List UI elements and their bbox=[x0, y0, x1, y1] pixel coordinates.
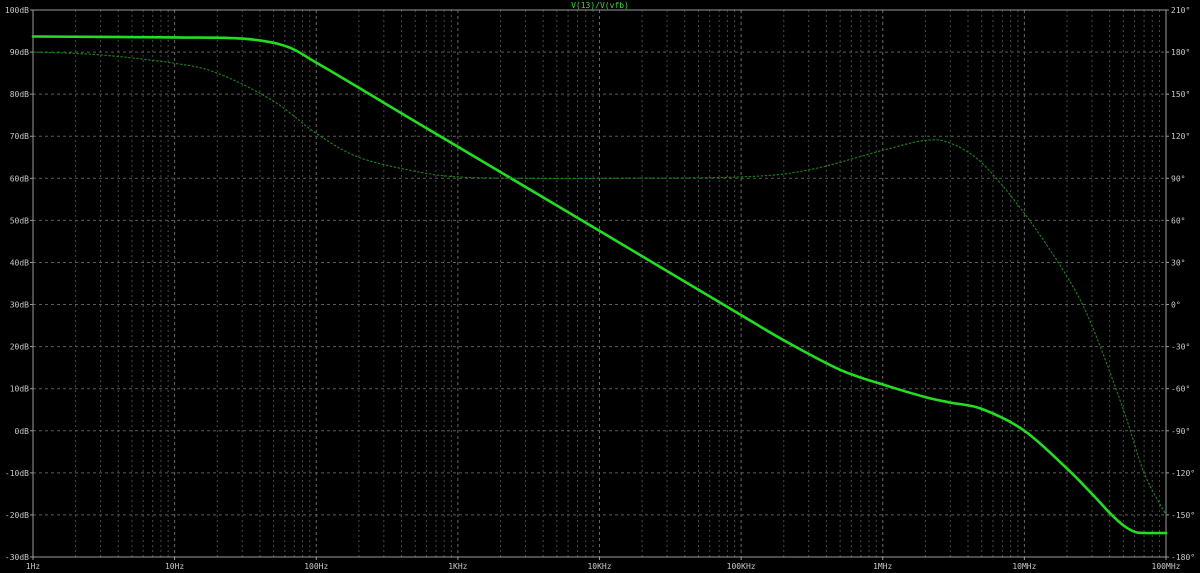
chart-title: V(13)/V(vfb) bbox=[571, 1, 629, 10]
y-right-tick-label: 120° bbox=[1171, 132, 1190, 141]
x-tick-label: 100MHz bbox=[1152, 562, 1181, 571]
y-left-tick-label: 90dB bbox=[10, 48, 29, 57]
x-tick-label: 100KHz bbox=[727, 562, 756, 571]
y-left-tick-label: 60dB bbox=[10, 174, 29, 183]
y-left-tick-label: -10dB bbox=[5, 469, 29, 478]
y-left-tick-label: -20dB bbox=[5, 511, 29, 520]
y-right-tick-label: -150° bbox=[1171, 511, 1195, 520]
x-tick-label: 10Hz bbox=[165, 562, 184, 571]
y-right-tick-label: 150° bbox=[1171, 90, 1190, 99]
y-right-tick-label: 210° bbox=[1171, 6, 1190, 15]
bode-plot: 100dB 90dB 80dB 70dB 60dB 50dB 40dB 30dB 20dB 10d… bbox=[0, 0, 1200, 573]
y-left-tick-label: 0dB bbox=[15, 427, 30, 436]
y-left-tick-label: 40dB bbox=[10, 258, 29, 267]
y-right-tick-label: -120° bbox=[1171, 469, 1195, 478]
y-left-tick-label: 20dB bbox=[10, 343, 29, 352]
y-right-tick-label: 60° bbox=[1171, 216, 1185, 225]
x-tick-label: 100Hz bbox=[304, 562, 328, 571]
x-tick-label: 1KHz bbox=[448, 562, 467, 571]
x-tick-label: 1Hz bbox=[26, 562, 41, 571]
y-right-tick-label: -60° bbox=[1171, 385, 1190, 394]
x-tick-label: 1MHz bbox=[873, 562, 892, 571]
x-tick-label: 10MHz bbox=[1012, 562, 1036, 571]
y-left-tick-label: 80dB bbox=[10, 90, 29, 99]
y-right-tick-label: -180° bbox=[1171, 553, 1195, 562]
y-left-tick-label: 30dB bbox=[10, 301, 29, 310]
x-tick-label: 10KHz bbox=[587, 562, 611, 571]
y-left-tick-label: 50dB bbox=[10, 216, 29, 225]
y-left-tick-label: 70dB bbox=[10, 132, 29, 141]
y-right-tick-label: 0° bbox=[1171, 301, 1181, 310]
y-left-tick-label: -30dB bbox=[5, 553, 29, 562]
y-right-tick-label: 180° bbox=[1171, 48, 1190, 57]
y-right-tick-label: -30° bbox=[1171, 343, 1190, 352]
y-right-tick-label: 90° bbox=[1171, 174, 1185, 183]
y-left-tick-label: 10dB bbox=[10, 385, 29, 394]
y-right-tick-label: -90° bbox=[1171, 427, 1190, 436]
y-left-tick-label: 100dB bbox=[5, 6, 29, 15]
y-right-tick-label: 30° bbox=[1171, 258, 1185, 267]
